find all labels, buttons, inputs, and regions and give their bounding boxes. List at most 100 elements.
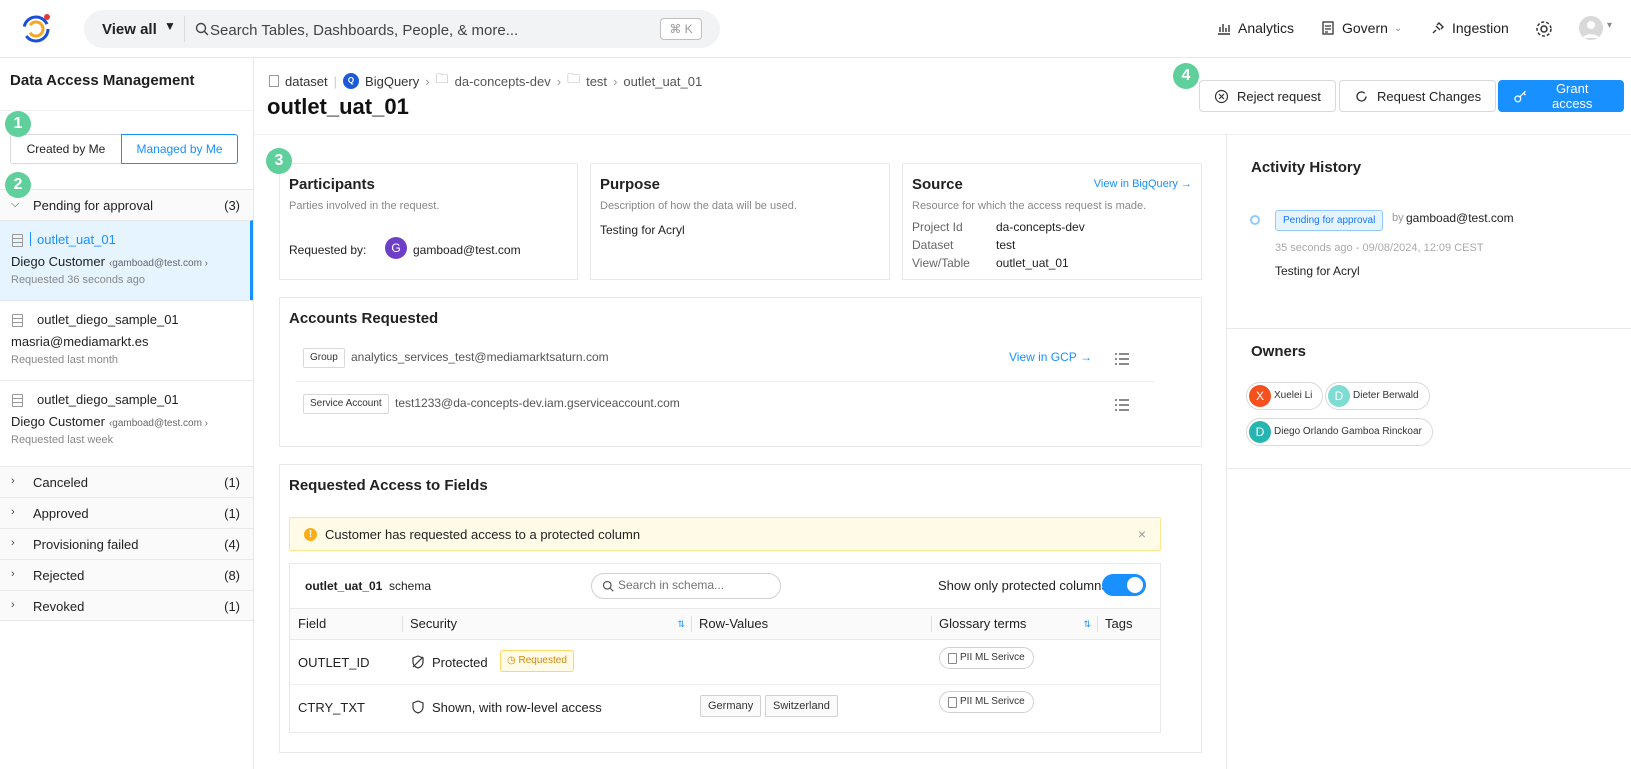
request-time: Requested last week [11,434,114,446]
section-canceled[interactable]: › Canceled (1) [0,466,253,497]
button-label: Reject request [1237,88,1321,104]
kv-value: da-concepts-dev [996,220,1085,234]
bigquery-icon: Q [343,73,360,89]
panel-divider [1227,328,1631,329]
chevron-right-icon: › [11,599,15,611]
govern-icon [1322,21,1334,35]
callout-badge: 4 [1173,63,1199,89]
datahub-logo[interactable] [16,10,56,46]
column-header-security[interactable]: Security ⇅ [402,608,691,640]
header-label: Security [410,616,457,631]
chevron-right-icon: › [613,73,618,89]
chevron-right-icon: › [11,506,15,518]
sort-icon[interactable]: ⇅ [677,609,685,639]
section-rejected[interactable]: › Rejected (8) [0,559,253,590]
close-icon[interactable]: × [1138,526,1146,542]
nav-ingestion[interactable]: Ingestion [1430,20,1509,36]
owner-pill[interactable]: X Xuelei Li [1246,382,1324,410]
column-header-field: Field [290,608,402,640]
requester-name: Diego Customer [11,254,105,269]
card-subtitle: Description of how the data will be used… [600,200,797,212]
top-bar: View all ▼ ⌘ K Analytics Govern ⌄ Ingest… [0,0,1631,58]
column-header-glossary[interactable]: Glossary terms ⇅ [931,608,1097,640]
owner-pill[interactable]: D Dieter Berwald [1325,382,1430,410]
chevron-down-icon: ⌄ [1393,22,1403,34]
chevron-right-icon: › [425,73,430,89]
glossary-term[interactable]: PII ML Serivce [939,647,1034,669]
kv-key: View/Table [912,256,970,270]
request-item[interactable]: outlet_uat_01 Diego Customer ‹gamboad@tes… [0,220,253,300]
kv-key: Project Id [912,220,963,234]
requester-email: ‹gamboad@test.com › [108,258,209,269]
section-count: (4) [224,537,240,552]
section-approved[interactable]: › Approved (1) [0,497,253,528]
shortcut-hint: ⌘ K [660,18,702,40]
section-provisioning-failed[interactable]: › Provisioning failed (4) [0,528,253,559]
owner-pill[interactable]: D Diego Orlando Gamboa Rinckoar [1246,418,1433,446]
requester-email[interactable]: gamboad@test.com [413,243,521,257]
request-item[interactable]: outlet_diego_sample_01 masria@mediamarkt… [0,300,253,380]
nav-govern-label: Govern [1342,20,1388,36]
view-in-gcp-link[interactable]: View in GCP → [1009,350,1092,364]
requester-name: masria@mediamarkt.es [11,334,149,349]
page-title: outlet_uat_01 [267,94,409,119]
refresh-icon [1356,90,1367,102]
breadcrumb: dataset | Q BigQuery › 🗀 da-concepts-dev… [269,70,702,92]
panel-divider [1226,134,1227,769]
reject-request-button[interactable]: Reject request [1199,80,1336,112]
view-in-bigquery-link[interactable]: View in BigQuery → [1094,178,1192,190]
callout-badge: 1 [5,111,31,137]
request-changes-button[interactable]: Request Changes [1339,80,1497,112]
breadcrumb-platform[interactable]: BigQuery [365,74,419,89]
section-label: Provisioning failed [33,537,139,552]
clock-icon: ◷ [507,655,516,666]
request-name: outlet_diego_sample_01 [37,312,179,327]
schema-search-input[interactable] [618,578,768,592]
list-icon[interactable] [1115,399,1129,411]
tab-managed-by-me[interactable]: Managed by Me [121,134,238,164]
purpose-card: Purpose Description of how the data will… [590,163,890,280]
nav-govern[interactable]: Govern ⌄ [1320,20,1402,36]
bar-chart-icon [1218,24,1230,35]
field-name: CTRY_TXT [298,700,365,715]
breadcrumb-dataset[interactable]: test [586,74,607,89]
protected-columns-toggle[interactable] [1102,574,1146,596]
user-avatar[interactable] [1579,16,1603,40]
card-title: Purpose [600,176,661,193]
search-input[interactable] [210,19,670,41]
search-icon [602,580,614,592]
sidebar-divider [0,110,254,111]
sort-icon[interactable]: ⇅ [1083,609,1091,639]
column-divider [931,616,932,632]
view-all-dropdown[interactable]: View all [102,21,157,38]
table-link[interactable]: outlet_uat_01 [996,256,1069,270]
owner-name: Diego Orlando Gamboa Rinckoar [1274,426,1422,437]
request-time: Requested last month [11,354,119,366]
protected-column-alert: ! Customer has requested access to a pro… [289,517,1161,551]
gear-icon[interactable] [1535,20,1553,38]
schema-search[interactable] [591,573,781,599]
grant-access-button[interactable]: Grant access [1498,80,1624,112]
callout-badge: 2 [5,172,31,198]
requester-name: Diego Customer [11,414,105,429]
request-item[interactable]: outlet_diego_sample_01 Diego Customer ‹ga… [0,380,253,460]
status-badge: Pending for approval [1275,210,1384,231]
nav-analytics[interactable]: Analytics [1216,20,1294,36]
owners-title: Owners [1251,343,1307,360]
schema-table: outlet_uat_01 schema Show only protected… [289,563,1161,733]
caret-down-icon[interactable]: ▼ [164,19,176,33]
tab-created-by-me[interactable]: Created by Me [10,134,122,164]
row-value-tag: Germany [700,695,762,717]
list-icon[interactable] [1115,353,1129,365]
glossary-term[interactable]: PII ML Serivce [939,691,1034,713]
avatar-caret-icon[interactable]: ▾ [1607,20,1612,31]
row-divider [290,684,1160,685]
section-revoked[interactable]: › Revoked (1) [0,590,253,621]
breadcrumb-table[interactable]: outlet_uat_01 [623,74,702,89]
kv-value: test [996,238,1016,252]
section-pending[interactable]: ⌵ Pending for approval (3) [0,189,253,220]
section-label: Revoked [33,599,85,614]
search-icon [195,22,209,36]
breadcrumb-project[interactable]: da-concepts-dev [455,74,551,89]
owner-avatar: X [1249,385,1271,407]
